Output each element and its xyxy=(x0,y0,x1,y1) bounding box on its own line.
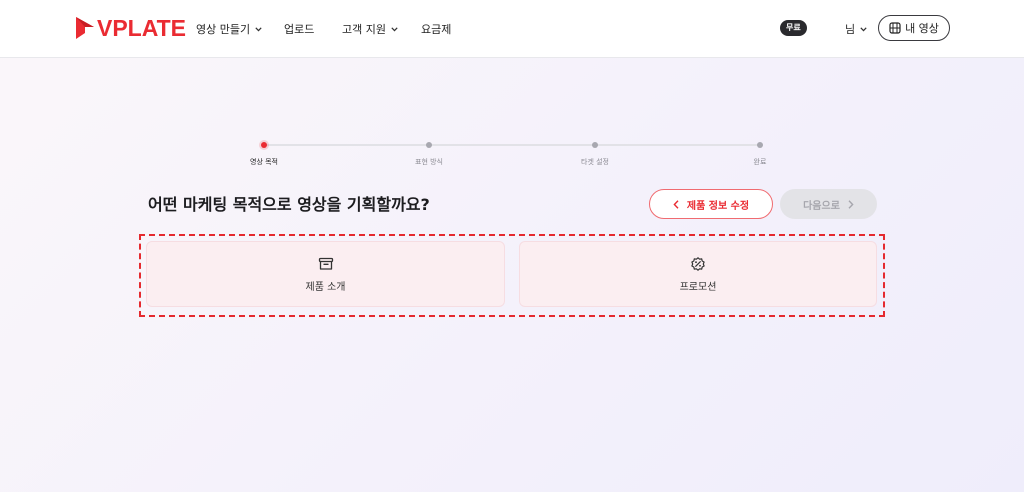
play-logo-icon xyxy=(76,17,94,39)
user-name-label: 님 xyxy=(845,23,856,36)
stepper-track xyxy=(264,144,760,146)
progress-stepper: 영상 목적 표현 방식 타겟 설정 완료 xyxy=(250,138,770,168)
next-button[interactable]: 다음으로 xyxy=(780,189,877,219)
discount-icon xyxy=(691,257,705,271)
chevron-right-icon xyxy=(848,199,854,209)
chevron-down-icon xyxy=(860,26,867,31)
box-icon xyxy=(318,257,333,270)
next-button-label: 다음으로 xyxy=(803,200,840,212)
step-label-style: 표현 방식 xyxy=(415,158,443,166)
chevron-down-icon xyxy=(255,26,262,31)
nav-upload[interactable]: 업로드 xyxy=(284,0,314,58)
page-title: 어떤 마케팅 목적으로 영상을 기획할까요? xyxy=(148,195,430,214)
nav-make-video[interactable]: 영상 만들기 xyxy=(196,0,262,58)
logo-text: VPLATE xyxy=(97,15,187,41)
nav-pricing[interactable]: 요금제 xyxy=(421,0,451,58)
step-label-target: 타겟 설정 xyxy=(581,158,609,166)
edit-product-info-label: 제품 정보 수정 xyxy=(686,200,750,212)
step-label-purpose: 영상 목적 xyxy=(250,158,278,166)
chevron-down-icon xyxy=(391,26,398,31)
nav-make-video-label: 영상 만들기 xyxy=(196,23,251,36)
nav-upload-label: 업로드 xyxy=(284,23,315,36)
step-label-complete: 완료 xyxy=(753,158,767,166)
film-icon xyxy=(889,22,901,34)
step-dot-target xyxy=(592,142,598,148)
nav-customer-support-label: 고객 지원 xyxy=(342,23,386,36)
nav-pricing-label: 요금제 xyxy=(421,23,452,36)
step-dot-purpose xyxy=(261,142,267,148)
option-product-intro-label: 제품 소개 xyxy=(305,282,346,293)
option-promotion-label: 프로모션 xyxy=(679,282,717,293)
option-promotion[interactable]: 프로모션 xyxy=(519,241,877,307)
chevron-left-icon xyxy=(673,199,679,209)
top-header: VPLATE 영상 만들기 업로드 고객 지원 요금제 무료 님 내 영상 xyxy=(0,0,1024,58)
step-dot-style xyxy=(426,142,432,148)
plan-badge: 무료 xyxy=(780,20,807,36)
user-menu[interactable]: 님 xyxy=(845,0,867,58)
my-video-button[interactable]: 내 영상 xyxy=(878,15,950,41)
edit-product-info-button[interactable]: 제품 정보 수정 xyxy=(649,189,773,219)
nav-customer-support[interactable]: 고객 지원 xyxy=(342,0,398,58)
step-dot-complete xyxy=(757,142,763,148)
vplate-logo[interactable]: VPLATE xyxy=(74,14,186,42)
option-product-intro[interactable]: 제품 소개 xyxy=(146,241,505,307)
my-video-label: 내 영상 xyxy=(905,22,939,35)
